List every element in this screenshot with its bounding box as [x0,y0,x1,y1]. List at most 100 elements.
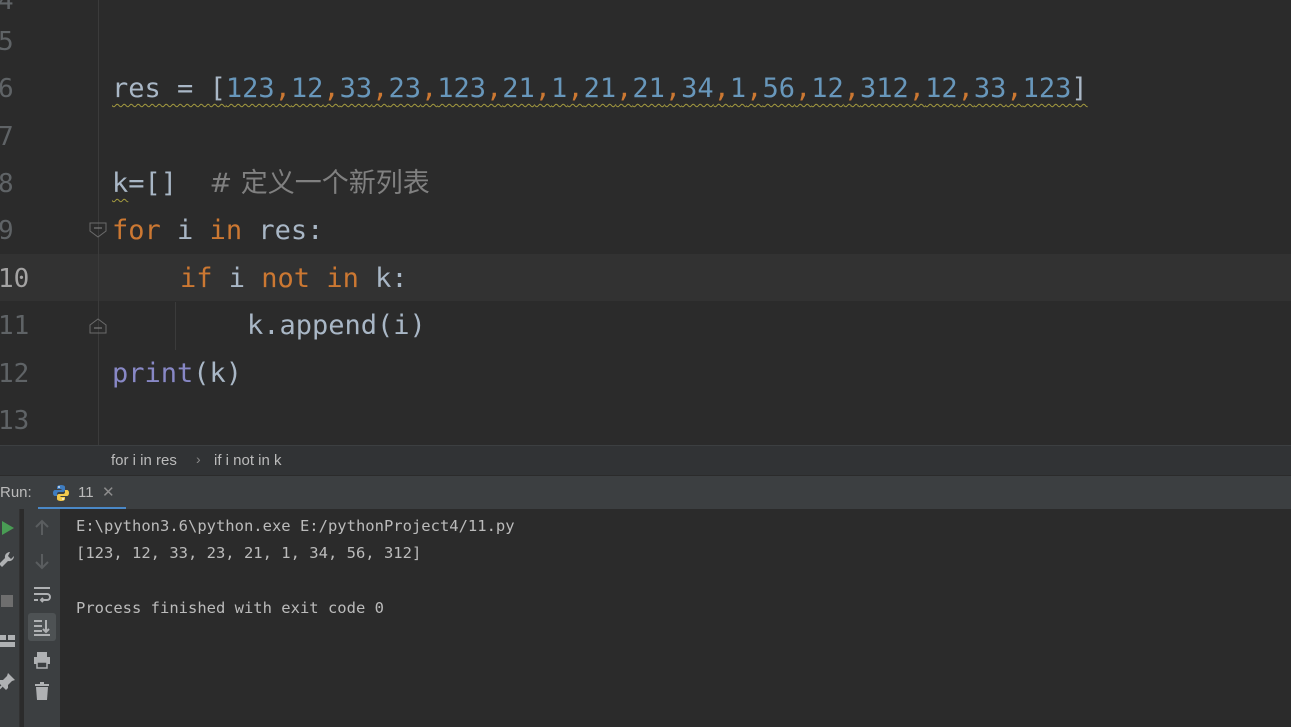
line-number: 7 [0,122,14,152]
arrow-up-icon[interactable] [31,517,53,539]
code-line-8[interactable]: k=[] # 定义一个新列表 [112,168,430,200]
comma: , [420,73,438,104]
line-number: 9 [0,216,14,246]
number-literal: 312 [860,73,909,104]
line-number: 13 [0,406,30,436]
line-number: 6 [0,74,14,104]
comma: , [323,73,340,104]
fold-end-icon[interactable] [89,318,107,334]
code-line-10[interactable]: if i not in k: [180,263,408,295]
line-number: 4 [0,0,14,16]
console-command-line: E:\python3.6\python.exe E:/pythonProject… [76,517,515,535]
stop-icon[interactable] [0,590,18,612]
comma: , [957,73,974,104]
breadcrumb-item[interactable]: for i in res [111,452,177,469]
number-literal: 23 [388,73,421,104]
keyword: if [180,263,213,294]
python-icon [53,485,69,501]
run-tab-title: 11 [78,484,94,501]
number-literal: 21 [502,73,535,104]
code-line-9[interactable]: for i in res: [112,215,323,247]
layout-icon[interactable] [0,630,18,652]
number-literal: 21 [632,73,665,104]
breadcrumb: for i in res › if i not in k [0,445,1291,475]
comment: # 定义一个新列表 [209,168,430,199]
method-call: k.append(i) [247,310,426,341]
number-literal: 12 [290,73,324,104]
comma: , [1006,73,1023,104]
console-exit-line: Process finished with exit code 0 [76,599,384,618]
call-args: (k) [193,358,243,389]
run-tab[interactable]: 11 ✕ [38,476,126,510]
console-result-line: [123, 12, 33, 23, 21, 1, 34, 56, 312] [76,544,422,563]
identifier: k [112,168,129,199]
number-literal: 12 [811,73,844,104]
identifier: k: [358,263,408,294]
comma: , [534,73,552,104]
wrench-icon[interactable] [0,549,18,571]
console-output[interactable]: E:\python3.6\python.exe E:/pythonProject… [76,513,515,623]
print-icon[interactable] [31,649,53,671]
line-number: 8 [0,169,14,199]
number-literal: 123 [225,73,275,104]
code-editor[interactable]: 4 5 6 7 8 9 10 11 12 13 res = [123,12,33… [0,0,1291,445]
comma: , [908,73,926,104]
keyword: for [112,215,161,246]
line-number: 5 [0,27,14,57]
number-literal: 123 [437,73,486,104]
line-number: 11 [0,311,30,341]
identifier: i [160,215,210,246]
number-literal: 33 [339,73,373,104]
number-literal: 34 [681,73,714,104]
indent-guide [175,302,176,350]
comma: , [713,73,730,104]
run-label: Run: [0,484,32,501]
comma: , [616,73,633,104]
comma: , [486,73,503,104]
run-console-panel: E:\python3.6\python.exe E:/pythonProject… [0,509,1291,727]
soft-wrap-icon[interactable] [31,583,53,605]
comma: , [746,73,763,104]
code-line-11[interactable]: k.append(i) [247,310,426,342]
code-line-12[interactable]: print(k) [112,358,242,390]
run-toolbar-primary [0,509,20,727]
number-literal: 12 [925,73,958,104]
close-icon[interactable]: ✕ [102,483,115,501]
comma: , [843,73,861,104]
breadcrumb-item[interactable]: if i not in k [214,452,282,469]
run-toolbar-secondary [24,509,60,727]
identifier: res [112,73,161,104]
builtin-function: print [112,358,194,389]
list-literal: 123,12,33,23,123,21,1,21,21,34,1,56,12,3… [226,73,1072,104]
keyword: not [261,263,311,294]
fold-collapse-icon[interactable] [89,222,107,238]
trash-icon[interactable] [31,680,53,702]
comma: , [274,73,291,104]
keyword: in [326,263,359,294]
identifier: res: [242,215,324,246]
bracket: [ [209,73,226,104]
number-literal: 1 [729,73,747,104]
number-literal: 123 [1022,73,1072,104]
line-number-active: 10 [0,264,30,294]
comma: , [372,73,389,104]
pin-icon[interactable] [0,671,17,693]
code-line-6[interactable]: res = [123,12,33,23,123,21,1,21,21,34,1,… [112,73,1088,105]
run-tool-window-header: Run: 11 ✕ [0,475,1291,510]
number-literal: 21 [583,73,617,104]
comma: , [664,73,682,104]
arrow-down-icon[interactable] [31,550,53,572]
rerun-icon[interactable] [0,517,20,539]
scroll-to-end-icon[interactable] [31,616,53,638]
assignment: =[] [128,168,210,199]
number-literal: 56 [762,73,795,104]
comma: , [567,73,584,104]
number-literal: 1 [551,73,568,104]
chevron-right-icon: › [196,451,201,467]
bracket: ] [1071,73,1088,104]
keyword: in [209,215,243,246]
comma: , [794,73,812,104]
identifier: i [212,263,262,294]
number-literal: 33 [973,73,1007,104]
